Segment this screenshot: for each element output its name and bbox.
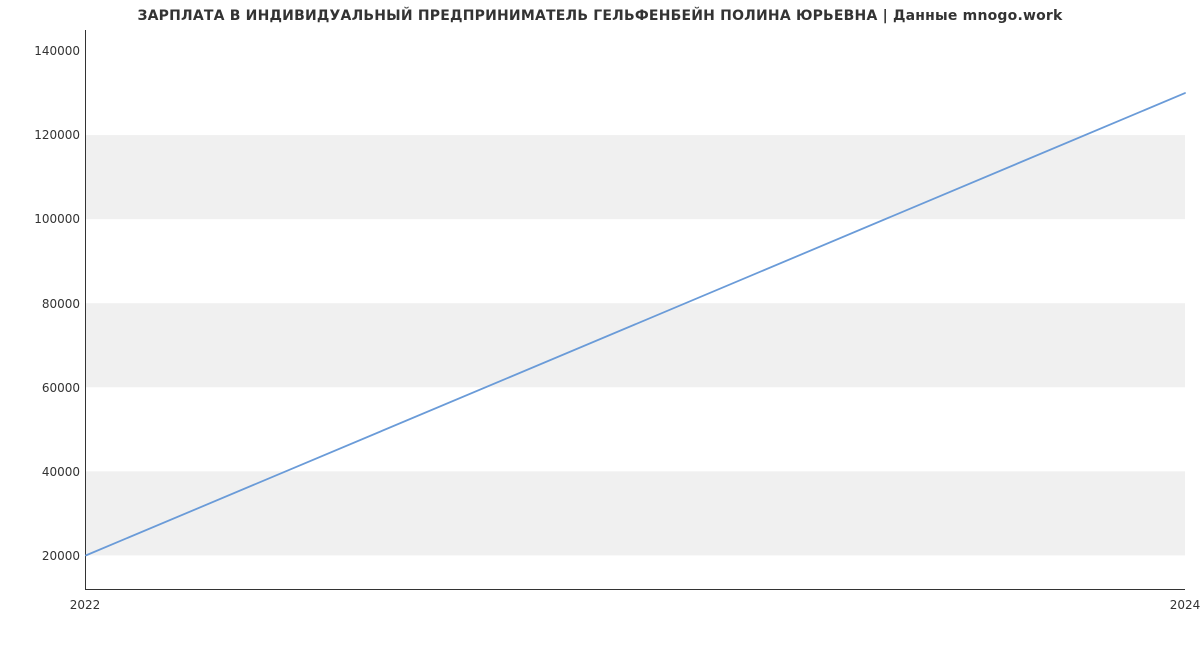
y-tick-label: 80000 [5,297,80,311]
chart-container: ЗАРПЛАТА В ИНДИВИДУАЛЬНЫЙ ПРЕДПРИНИМАТЕЛ… [0,0,1200,650]
y-tick-label: 40000 [5,465,80,479]
y-tick-label: 120000 [5,128,80,142]
x-tick-label: 2024 [1170,598,1200,612]
grid-bands [86,135,1185,555]
x-tick-label: 2022 [70,598,101,612]
chart-svg [86,30,1185,589]
grid-band [86,471,1185,555]
grid-band [86,135,1185,219]
grid-band [86,303,1185,387]
plot-area [85,30,1185,590]
y-tick-label: 60000 [5,381,80,395]
chart-title: ЗАРПЛАТА В ИНДИВИДУАЛЬНЫЙ ПРЕДПРИНИМАТЕЛ… [0,8,1200,24]
y-tick-label: 100000 [5,212,80,226]
y-tick-label: 20000 [5,549,80,563]
y-tick-label: 140000 [5,44,80,58]
